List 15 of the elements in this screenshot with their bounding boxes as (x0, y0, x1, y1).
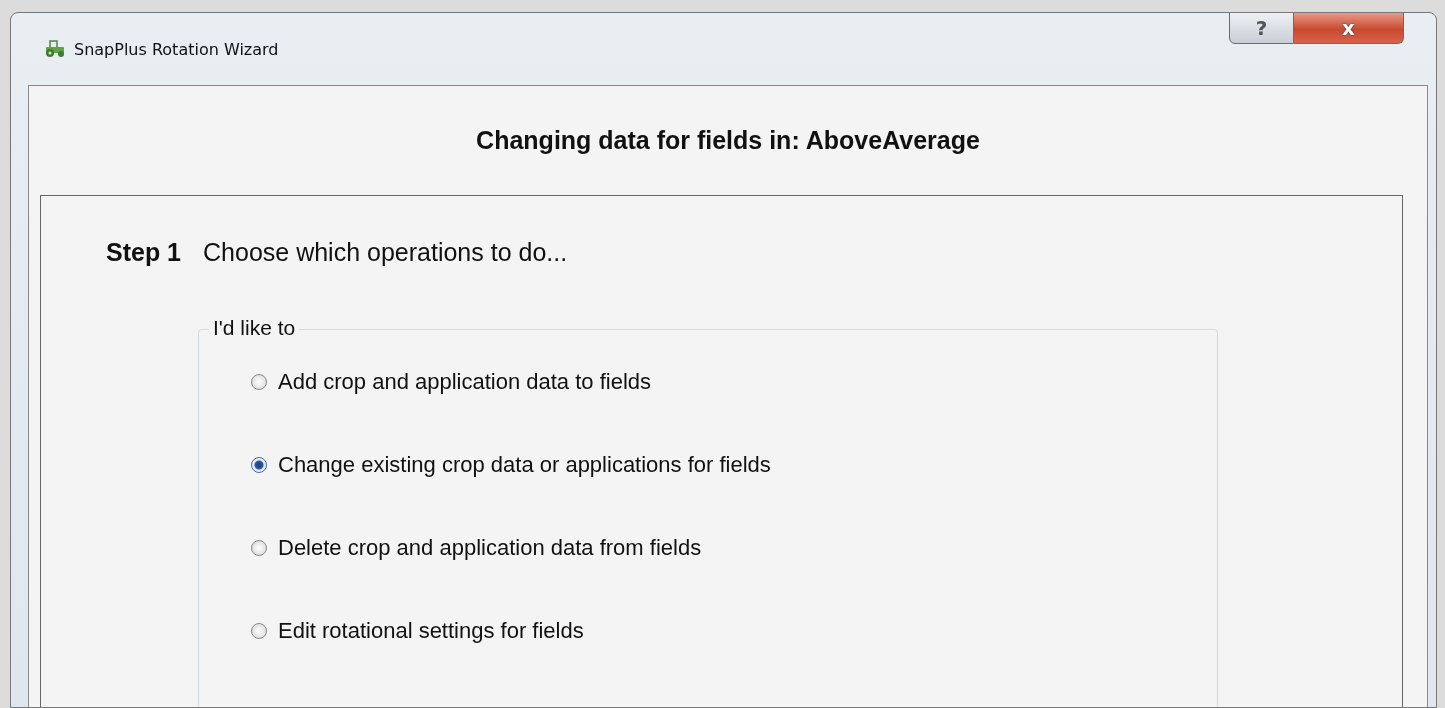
help-button[interactable]: ? (1229, 13, 1294, 44)
close-button[interactable]: x (1294, 13, 1404, 44)
radio-button[interactable] (251, 623, 267, 639)
wizard-heading: Changing data for fields in: AboveAverage (475, 125, 981, 156)
option-label[interactable]: Edit rotational settings for fields (278, 618, 584, 644)
option-label[interactable]: Add crop and application data to fields (278, 369, 652, 395)
radio-button[interactable] (251, 540, 267, 556)
tractor-icon (44, 40, 66, 58)
step-number: Step 1 (106, 238, 182, 267)
window-title: SnapPlus Rotation Wizard (74, 39, 279, 59)
option-label[interactable]: Delete crop and application data from fields (278, 535, 702, 561)
radio-button[interactable] (251, 457, 267, 473)
step-instruction: Choose which operations to do... (203, 238, 568, 267)
radio-button[interactable] (251, 374, 267, 390)
option-label[interactable]: Change existing crop data or applications for fields (278, 452, 771, 478)
